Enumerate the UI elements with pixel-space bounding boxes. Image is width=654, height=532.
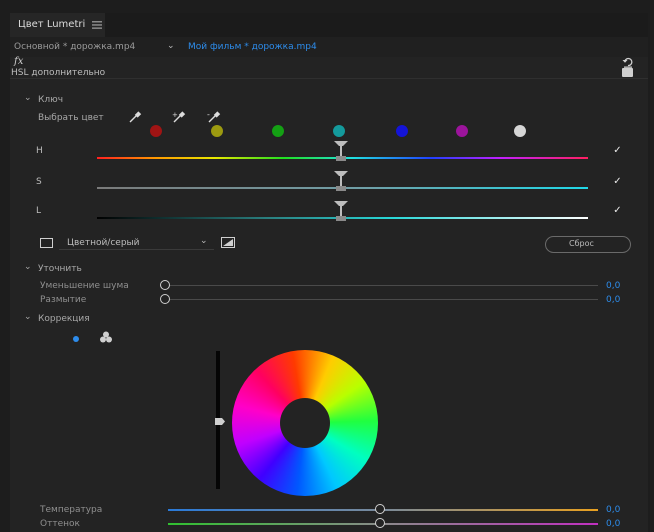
saturation-checkbox[interactable]: ✓ [612,176,623,187]
svg-text:+: + [172,111,178,119]
color-wheel-center [280,398,330,448]
lightness-range-handle[interactable] [333,200,349,225]
chevron-down-icon[interactable]: ⌄ [24,312,32,322]
temperature-slider-knob[interactable] [375,504,385,514]
hue-label: H [36,146,43,156]
blur-slider[interactable] [168,299,598,300]
section-title: HSL дополнительно [11,68,106,78]
eyedropper-add-icon[interactable]: + [172,111,188,126]
blur-slider-knob[interactable] [160,294,170,304]
panel-title: Цвет Lumetri [18,19,86,30]
blur-label: Размытие [40,295,87,305]
saturation-range-handle[interactable] [333,170,349,195]
eyedropper-remove-icon[interactable]: - [207,110,223,126]
color-swatch[interactable] [150,125,162,137]
color-swatch[interactable] [456,125,468,137]
color-swatch[interactable] [211,125,223,137]
temperature-label: Температура [40,505,103,515]
tint-value[interactable]: 0,0 [606,519,620,529]
key-section-title[interactable]: Ключ [38,95,63,105]
svg-text:-: - [207,111,210,119]
display-mode-value: Цветной/серый [67,238,140,248]
fx-badge[interactable]: fx [14,56,23,67]
lightness-label: L [36,206,42,216]
color-swatch[interactable] [396,125,408,137]
denoise-slider-knob[interactable] [160,280,170,290]
panel-title-bar [10,13,648,37]
chevron-down-icon[interactable]: ⌄ [24,262,32,272]
refine-section-title[interactable]: Уточнить [38,264,82,274]
single-wheel-mode-icon[interactable] [73,336,79,342]
divider [10,78,648,79]
denoise-value[interactable]: 0,0 [606,281,620,291]
tint-slider-knob[interactable] [375,518,385,528]
color-swatch[interactable] [514,125,526,137]
sequence-clip-tab[interactable]: Мой фильм * дорожка.mp4 [188,42,317,52]
mask-toggle-checkbox[interactable] [40,238,53,248]
temperature-value[interactable]: 0,0 [606,505,620,515]
hamburger-icon[interactable] [92,21,102,32]
tint-label: Оттенок [40,519,80,529]
eyedropper-icon[interactable] [128,111,142,126]
source-clip-tab[interactable]: Основной * дорожка.mp4 [14,42,135,52]
hue-checkbox[interactable]: ✓ [612,145,623,156]
denoise-label: Уменьшение шума [40,281,129,291]
chevron-down-icon[interactable]: ⌄ [167,41,175,51]
saturation-label: S [36,177,42,187]
three-wheel-mode-icon[interactable] [99,331,113,346]
blur-value[interactable]: 0,0 [606,295,620,305]
chevron-down-icon[interactable]: ⌄ [200,236,208,246]
denoise-slider[interactable] [168,285,598,286]
correction-section-title[interactable]: Коррекция [38,314,90,324]
hue-range-handle[interactable] [333,140,349,165]
color-swatch[interactable] [272,125,284,137]
lightness-checkbox[interactable]: ✓ [612,205,623,216]
checkbox-icon[interactable] [622,68,633,77]
select-color-label: Выбрать цвет [38,113,104,123]
invert-mask-icon[interactable] [221,237,235,251]
color-swatch[interactable] [333,125,345,137]
reset-button-label: Сброс [569,239,594,248]
chevron-down-icon[interactable]: ⌄ [24,93,32,103]
